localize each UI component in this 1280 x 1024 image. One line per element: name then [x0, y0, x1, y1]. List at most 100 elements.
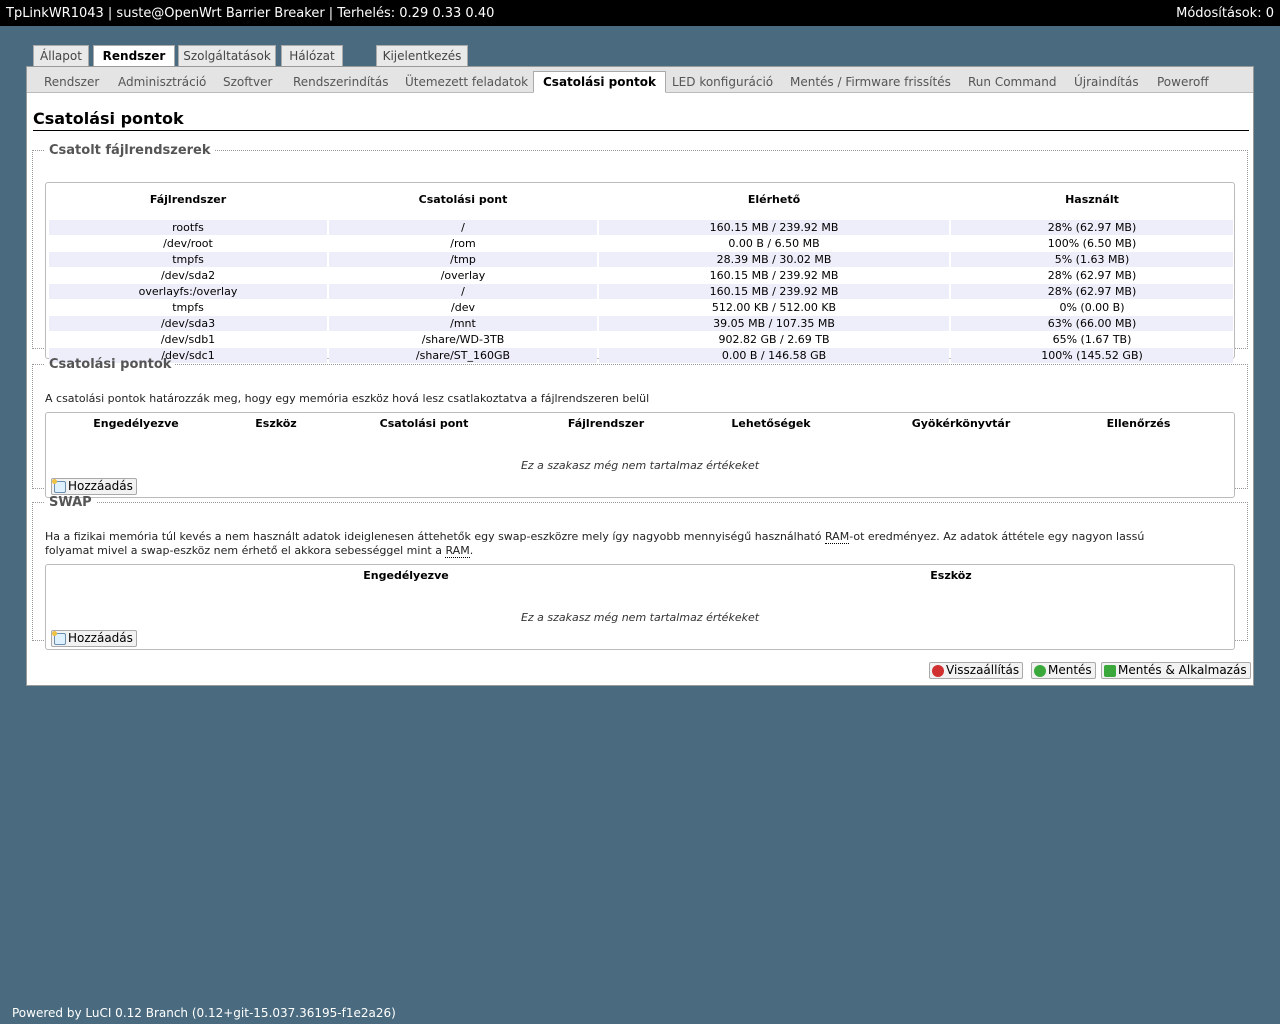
mount-points-description: A csatolási pontok határozzák meg, hogy …: [45, 392, 650, 405]
save-label: Mentés: [1048, 663, 1092, 677]
apply-icon: [1104, 664, 1116, 677]
cell-filesystem: /dev/root: [163, 237, 213, 250]
col-enabled: Engedélyezve: [93, 417, 179, 430]
mount-points-legend: Csatolási pontok: [49, 357, 172, 372]
subtab-startup[interactable]: Rendszerindítás: [284, 71, 397, 93]
col-root: Gyökérkönyvtár: [911, 417, 1011, 430]
cell-available: 28.39 MB / 30.02 MB: [599, 252, 949, 267]
header-title: TpLinkWR1043 | suste@OpenWrt Barrier Bre…: [6, 5, 495, 21]
mount-points-section: Csatolási pontok A csatolási pontok hatá…: [32, 357, 1248, 498]
table-row: tmpfs /dev 512.00 KB / 512.00 KB 0% (0.0…: [49, 300, 1233, 315]
cell-available: 0.00 B / 6.50 MB: [728, 237, 820, 250]
swap-legend: SWAP: [49, 495, 92, 510]
table-row: /dev/sdb1 /share/WD-3TB 902.82 GB / 2.69…: [49, 332, 1233, 347]
ram-abbr: RAM: [824, 530, 850, 544]
cell-mount-point: /tmp: [329, 252, 597, 267]
mounted-filesystems-section: Csatolt fájlrendszerek Fájlrendszer Csat…: [32, 143, 1248, 363]
cell-used: 28% (62.97 MB): [951, 220, 1233, 235]
swap-empty-message: Ez a szakasz még nem tartalmaz értékeket: [520, 611, 760, 624]
tab-services[interactable]: Szolgáltatások: [178, 45, 276, 67]
col-available: Elérhető: [747, 192, 801, 206]
table-header-row: Fájlrendszer Csatolási pont Elérhető Has…: [49, 186, 1233, 212]
cell-filesystem: /dev/sda3: [49, 316, 327, 331]
mounted-filesystems-legend: Csatolt fájlrendszerek: [49, 143, 211, 158]
table-row: /dev/sda2 /overlay 160.15 MB / 239.92 MB…: [49, 268, 1233, 283]
ram-abbr: RAM: [445, 544, 470, 558]
cell-used: 28% (62.97 MB): [951, 284, 1233, 299]
table-row: rootfs / 160.15 MB / 239.92 MB 28% (62.9…: [49, 220, 1233, 235]
subtab-reboot[interactable]: Újraindítás: [1065, 71, 1148, 93]
mount-points-header-row: Engedélyezve Eszköz Csatolási pont Fájlr…: [46, 417, 1234, 435]
cell-mount-point: /: [329, 220, 597, 235]
tab-system[interactable]: Rendszer: [93, 45, 175, 68]
changes-indicator[interactable]: Módosítások: 0: [1176, 6, 1274, 21]
subtab-system[interactable]: Rendszer: [35, 71, 108, 93]
col-enabled: Engedélyezve: [363, 569, 449, 582]
subtab-backup-flash[interactable]: Mentés / Firmware frissítés: [781, 71, 960, 93]
table-row: overlayfs:/overlay / 160.15 MB / 239.92 …: [49, 284, 1233, 299]
mount-points-box: Engedélyezve Eszköz Csatolási pont Fájlr…: [45, 412, 1235, 498]
save-apply-label: Mentés & Alkalmazás: [1118, 663, 1247, 677]
cell-used: 100% (6.50 MB): [1047, 237, 1137, 250]
content-panel: Rendszer Adminisztráció Szoftver Rendsze…: [26, 66, 1254, 686]
cell-available: 39.05 MB / 107.35 MB: [599, 316, 949, 331]
subtab-software[interactable]: Szoftver: [214, 71, 281, 93]
table-row: /dev/root /rom 0.00 B / 6.50 MB 100% (6.…: [49, 236, 1233, 251]
col-filesystem: Fájlrendszer: [567, 417, 645, 430]
subtab-mount-points[interactable]: Csatolási pontok: [533, 71, 667, 93]
cell-mount-point: /dev: [451, 301, 475, 314]
cell-mount-point: /mnt: [329, 316, 597, 331]
cell-available: 160.15 MB / 239.92 MB: [599, 220, 949, 235]
col-options: Lehetőségek: [731, 417, 811, 430]
mount-points-empty-message: Ez a szakasz még nem tartalmaz értékeket: [520, 459, 760, 472]
add-swap-label: Hozzáadás: [68, 631, 133, 645]
sub-menu: Rendszer Adminisztráció Szoftver Rendsze…: [27, 67, 1253, 93]
cell-filesystem: /dev/sda2: [160, 269, 216, 282]
cell-available: 902.82 GB / 2.69 TB: [718, 333, 830, 346]
subtab-poweroff[interactable]: Poweroff: [1148, 71, 1218, 93]
swap-desc-1: Ha a fizikai memória túl kevés a nem has…: [45, 530, 825, 543]
cell-filesystem: tmpfs: [49, 252, 327, 267]
cell-filesystem: tmpfs: [172, 301, 204, 314]
page-title: Csatolási pontok: [33, 109, 1249, 131]
col-device: Eszköz: [255, 417, 297, 430]
swap-desc-3: folyamat mivel a swap-eszköz nem érhető …: [45, 544, 446, 557]
add-icon: [52, 630, 66, 645]
add-mount-label: Hozzáadás: [68, 479, 133, 493]
add-mount-button[interactable]: Hozzáadás: [51, 478, 137, 495]
cell-filesystem: overlayfs:/overlay: [49, 284, 327, 299]
col-mount-point: Csatolási pont: [379, 417, 469, 430]
footer-powered-by: Powered by LuCI 0.12 Branch (0.12+git-15…: [12, 1006, 396, 1020]
reset-button[interactable]: Visszaállítás: [929, 662, 1024, 679]
save-button[interactable]: Mentés: [1031, 662, 1096, 679]
col-mount-point: Csatolási pont: [418, 192, 508, 206]
subtab-scheduled-tasks[interactable]: Ütemezett feladatok: [396, 71, 537, 93]
subtab-administration[interactable]: Adminisztráció: [109, 71, 215, 93]
tab-network[interactable]: Hálózat: [281, 45, 343, 67]
swap-desc-4: .: [469, 544, 474, 557]
cell-mount-point: /share/WD-3TB: [421, 333, 505, 346]
cell-mount-point: /overlay: [440, 269, 486, 282]
cell-mount-point: /: [329, 284, 597, 299]
add-swap-button[interactable]: Hozzáadás: [51, 630, 137, 647]
swap-description: Ha a fizikai memória túl kevés a nem has…: [45, 530, 1225, 558]
reset-icon: [932, 664, 944, 677]
save-apply-button[interactable]: Mentés & Alkalmazás: [1101, 662, 1251, 679]
swap-header-row: Engedélyezve Eszköz: [46, 569, 1234, 587]
tab-logout[interactable]: Kijelentkezés: [376, 45, 468, 67]
checkmark-icon: [1034, 664, 1046, 677]
cell-available: 512.00 KB / 512.00 KB: [711, 301, 837, 314]
cell-filesystem: /dev/sdb1: [160, 333, 216, 346]
cell-used: 5% (1.63 MB): [951, 252, 1233, 267]
cell-used: 0% (0.00 B): [1059, 301, 1125, 314]
col-device: Eszköz: [930, 569, 972, 582]
subtab-led-config[interactable]: LED konfiguráció: [663, 71, 782, 93]
tab-status[interactable]: Állapot: [33, 45, 89, 67]
mounted-filesystems-table: Fájlrendszer Csatolási pont Elérhető Has…: [47, 185, 1235, 364]
top-bar: TpLinkWR1043 | suste@OpenWrt Barrier Bre…: [0, 0, 1280, 26]
cell-mount-point: /rom: [450, 237, 476, 250]
cell-used: 28% (62.97 MB): [1047, 269, 1137, 282]
mounted-filesystems-box: Fájlrendszer Csatolási pont Elérhető Has…: [45, 182, 1235, 363]
cell-filesystem: rootfs: [49, 220, 327, 235]
subtab-run-command[interactable]: Run Command: [959, 71, 1066, 93]
